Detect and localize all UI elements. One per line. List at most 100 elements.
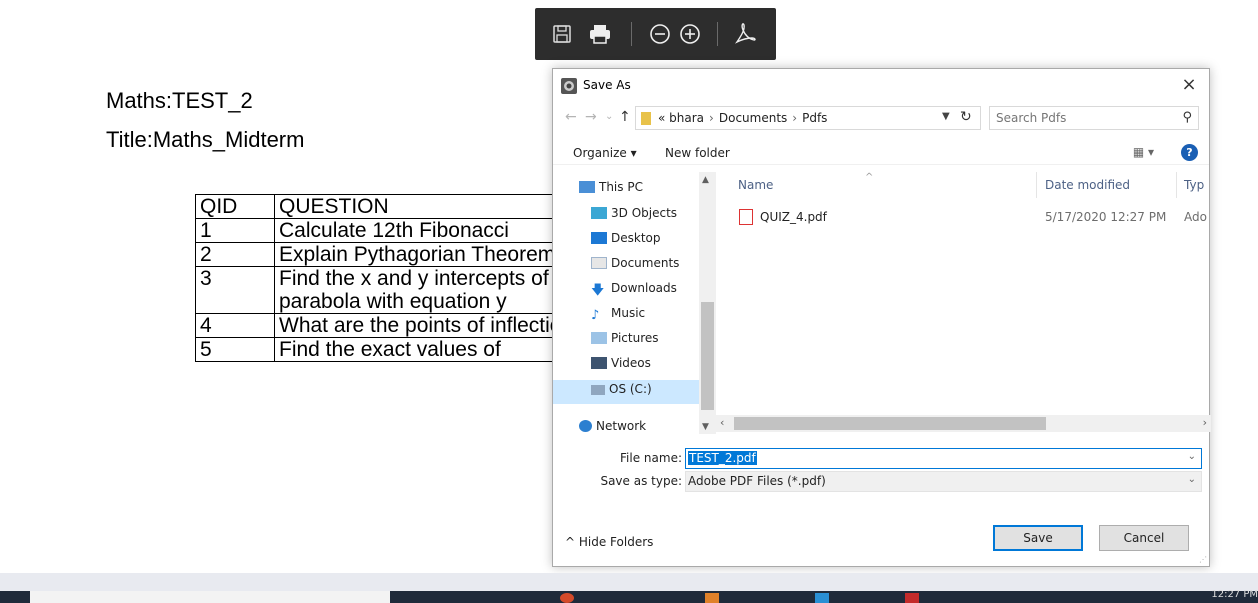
save-button[interactable]: Save <box>993 525 1083 551</box>
chevron-down-icon[interactable]: ⌄ <box>1188 451 1196 462</box>
column-divider[interactable] <box>1176 172 1177 198</box>
documents-icon <box>591 257 607 269</box>
sidebar-item-label: Pictures <box>611 331 659 345</box>
column-header-date[interactable]: Date modified <box>1045 178 1130 192</box>
file-name-row: File name: TEST_2.pdf ⌄ <box>553 448 1209 470</box>
scroll-up-icon[interactable]: ▲ <box>702 175 709 185</box>
search-input[interactable]: Search Pdfs ⚲ <box>989 106 1199 130</box>
search-placeholder: Search Pdfs <box>996 111 1067 125</box>
document-heading: Maths:TEST_2 <box>106 88 253 113</box>
column-header: QID <box>195 194 275 219</box>
sidebar-item-videos[interactable]: Videos <box>591 356 711 378</box>
scrollbar-thumb[interactable] <box>701 302 714 410</box>
breadcrumb-item[interactable]: Documents <box>719 111 787 125</box>
sidebar-item-3d-objects[interactable]: 3D Objects <box>591 206 711 228</box>
sidebar-item-label: Desktop <box>611 231 661 245</box>
network-icon <box>579 420 592 432</box>
column-header-type[interactable]: Typ <box>1184 178 1204 192</box>
sidebar-item-os-c[interactable]: OS (C:) <box>553 380 699 404</box>
breadcrumb-item[interactable]: bhara <box>669 111 704 125</box>
music-icon: ♪ <box>591 308 600 323</box>
file-date: 5/17/2020 12:27 PM <box>1045 210 1167 224</box>
file-name-label: File name: <box>620 451 682 465</box>
cube-icon <box>591 207 607 219</box>
column-divider[interactable] <box>1036 172 1037 198</box>
sidebar-item-downloads[interactable]: 🡇 Downloads <box>591 281 711 303</box>
taskbar-search[interactable] <box>30 591 390 603</box>
scroll-right-icon[interactable]: › <box>1203 416 1207 429</box>
save-type-row: Save as type: Adobe PDF Files (*.pdf) ⌄ <box>553 471 1209 493</box>
sidebar-item-label: OS (C:) <box>609 382 652 396</box>
sidebar-item-music[interactable]: ♪ Music <box>591 306 711 328</box>
toolbar-divider <box>631 22 632 46</box>
dialog-title: Save As <box>583 78 631 92</box>
refresh-icon[interactable]: ↻ <box>960 109 972 125</box>
scrollbar-thumb[interactable] <box>734 417 1046 430</box>
help-icon[interactable]: ? <box>1181 144 1198 161</box>
app-icon[interactable] <box>815 593 829 603</box>
save-type-select[interactable]: Adobe PDF Files (*.pdf) ⌄ <box>685 471 1202 492</box>
qid-cell: 4 <box>195 313 275 338</box>
breadcrumb: « bhara › Documents › Pdfs <box>658 111 827 125</box>
hide-folders-button[interactable]: ^ Hide Folders <box>565 535 653 549</box>
acrobat-taskbar-icon[interactable] <box>905 593 919 603</box>
dialog-titlebar[interactable]: Save As × <box>553 69 1209 103</box>
close-icon[interactable]: × <box>1179 74 1199 95</box>
sidebar-item-label: Downloads <box>611 281 677 295</box>
resize-grip-icon[interactable]: ⋰ <box>1199 555 1207 564</box>
scroll-down-icon[interactable]: ▼ <box>702 422 709 432</box>
sort-caret-icon: ^ <box>865 172 874 183</box>
zoom-out-icon[interactable] <box>647 20 673 48</box>
file-list: Name ^ Date modified Typ QUIZ_4.pdf 5/17/… <box>716 172 1211 434</box>
file-name: QUIZ_4.pdf <box>760 210 827 224</box>
breadcrumb-item[interactable]: Pdfs <box>802 111 827 125</box>
scroll-left-icon[interactable]: ‹ <box>720 416 724 429</box>
taskbar: 12:27 PM <box>0 589 1258 603</box>
address-dropdown-icon[interactable]: ▼ <box>942 111 950 122</box>
save-icon[interactable] <box>549 20 575 48</box>
address-bar[interactable]: « bhara › Documents › Pdfs ▼ ↻ <box>635 106 981 130</box>
document-title: Title:Maths_Midterm <box>106 127 305 152</box>
forward-icon[interactable]: → <box>585 109 597 125</box>
browser-icon[interactable] <box>560 593 574 603</box>
pdf-toolbar <box>535 8 776 60</box>
acrobat-icon[interactable] <box>732 20 758 48</box>
sidebar-item-desktop[interactable]: Desktop <box>591 231 711 253</box>
column-header-name[interactable]: Name ^ <box>738 172 873 192</box>
sidebar-item-label: Videos <box>611 356 651 370</box>
pc-icon <box>579 181 595 193</box>
navigation-pane: This PC 3D Objects Desktop Documents 🡇 Do… <box>553 172 716 434</box>
qid-cell: 2 <box>195 242 275 267</box>
recent-locations-icon[interactable]: ⌄ <box>605 111 613 122</box>
file-type: Ado <box>1184 210 1207 224</box>
pdf-file-icon <box>739 209 753 225</box>
chevron-up-icon: ^ <box>565 535 579 549</box>
sidebar-item-documents[interactable]: Documents <box>591 256 711 278</box>
app-icon <box>561 78 577 94</box>
list-item[interactable]: QUIZ_4.pdf 5/17/2020 12:27 PM Ado <box>716 207 1211 229</box>
back-icon[interactable]: ← <box>565 109 577 125</box>
sidebar-item-label: This PC <box>599 180 643 194</box>
up-icon[interactable]: ↑ <box>619 109 631 125</box>
print-icon[interactable] <box>587 20 613 48</box>
new-folder-button[interactable]: New folder <box>665 146 730 160</box>
navigation-bar: ← → ⌄ ↑ « bhara › Documents › Pdfs ▼ ↻ Searc… <box>553 105 1209 131</box>
view-options-icon[interactable]: ▦ ▾ <box>1133 145 1154 159</box>
sidebar-item-pictures[interactable]: Pictures <box>591 331 711 353</box>
sidebar-item-this-pc[interactable]: This PC <box>579 180 699 202</box>
drive-icon <box>591 385 605 395</box>
sidebar-item-network[interactable]: Network <box>579 419 699 441</box>
app-icon[interactable] <box>705 593 719 603</box>
chevron-down-icon[interactable]: ⌄ <box>1188 474 1196 485</box>
breadcrumb-separator: › <box>709 111 714 125</box>
qid-cell: 3 <box>195 266 275 314</box>
breadcrumb-overflow[interactable]: « <box>658 111 665 125</box>
file-name-input[interactable]: TEST_2.pdf ⌄ <box>685 448 1202 469</box>
sidebar-scrollbar[interactable]: ▲ ▼ <box>699 172 716 434</box>
organize-button[interactable]: Organize ▾ <box>573 146 637 160</box>
cancel-button[interactable]: Cancel <box>1099 525 1189 551</box>
horizontal-scrollbar[interactable]: ‹ › <box>716 415 1211 432</box>
taskbar-clock: 12:27 PM <box>1211 589 1258 600</box>
sidebar-item-label: Music <box>611 306 646 320</box>
zoom-in-icon[interactable] <box>677 20 703 48</box>
